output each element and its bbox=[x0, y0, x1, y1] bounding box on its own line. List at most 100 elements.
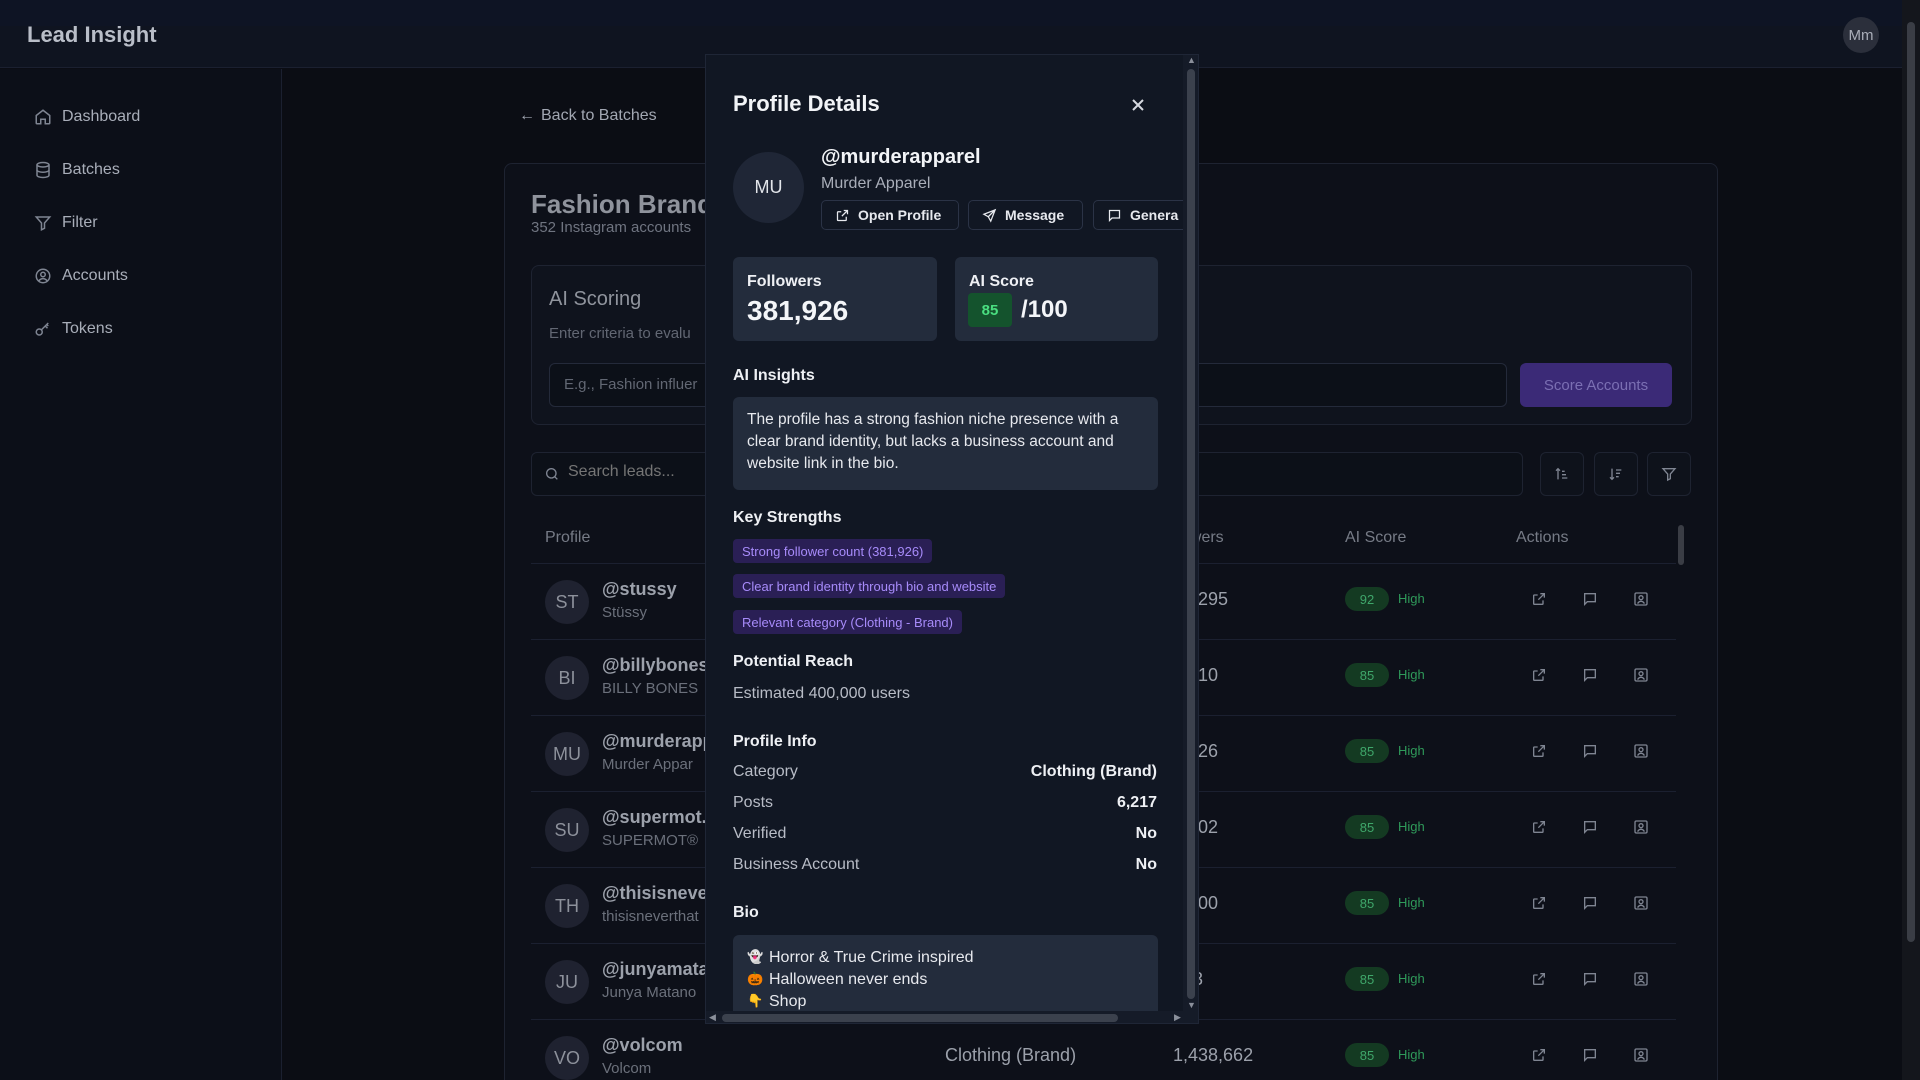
sidebar-item-label: Filter bbox=[62, 214, 98, 231]
row-handle[interactable]: @supermot. bbox=[602, 807, 707, 828]
open-profile-action[interactable] bbox=[1531, 1047, 1549, 1065]
row-handle[interactable]: @volcom bbox=[602, 1035, 683, 1056]
chat-bubble-icon bbox=[1584, 1049, 1596, 1062]
bio-line: Shop bbox=[769, 993, 807, 1010]
row-score-level: High bbox=[1398, 1047, 1425, 1062]
view-details-action[interactable] bbox=[1633, 591, 1651, 609]
sidebar-item-dashboard[interactable]: Dashboard bbox=[34, 108, 140, 126]
sidebar-item-label: Tokens bbox=[62, 320, 113, 337]
row-handle[interactable]: @stussy bbox=[602, 579, 677, 600]
view-details-action[interactable] bbox=[1633, 819, 1651, 837]
message-label: Message bbox=[1005, 207, 1065, 223]
bio-line: Halloween never ends bbox=[769, 971, 928, 988]
message-action[interactable] bbox=[1582, 743, 1600, 761]
view-details-action[interactable] bbox=[1633, 667, 1651, 685]
open-profile-action[interactable] bbox=[1531, 971, 1549, 989]
row-score-badge: 85 bbox=[1345, 739, 1389, 763]
user-square-icon bbox=[1634, 972, 1648, 986]
table-scrollbar[interactable] bbox=[1676, 515, 1686, 1080]
open-profile-action[interactable] bbox=[1531, 819, 1549, 837]
sidebar-item-accounts[interactable]: Accounts bbox=[34, 267, 128, 285]
message-action[interactable] bbox=[1582, 819, 1600, 837]
modal-hscrollbar-thumb[interactable] bbox=[722, 1014, 1118, 1022]
info-label: Posts bbox=[733, 794, 774, 811]
database-icon bbox=[36, 161, 50, 179]
chat-bubble-icon bbox=[1584, 745, 1596, 758]
message-action[interactable] bbox=[1582, 591, 1600, 609]
message-action[interactable] bbox=[1582, 971, 1600, 989]
table-row[interactable]: VO @volcom Volcom Clothing (Brand) 1,438,662… bbox=[531, 1019, 1676, 1080]
column-header-ai-score[interactable]: AI Score bbox=[1345, 529, 1406, 547]
sort-descending-button[interactable] bbox=[1594, 452, 1638, 496]
ghost-icon: 👻 bbox=[747, 950, 764, 965]
message-button[interactable]: Message bbox=[968, 200, 1083, 230]
external-link-icon bbox=[1533, 593, 1545, 605]
open-profile-button[interactable]: Open Profile bbox=[821, 200, 959, 230]
sidebar-item-label: Batches bbox=[62, 161, 120, 178]
scroll-left-arrow-icon[interactable]: ◀ bbox=[709, 1012, 716, 1023]
ai-score-label: AI Score bbox=[969, 273, 1034, 290]
close-button[interactable] bbox=[1126, 93, 1150, 117]
ai-score-max: /100 bbox=[1021, 296, 1068, 323]
view-details-action[interactable] bbox=[1633, 895, 1651, 913]
row-handle[interactable]: @billybones bbox=[602, 655, 709, 676]
user-square-icon bbox=[1634, 592, 1648, 606]
view-details-action[interactable] bbox=[1633, 971, 1651, 989]
view-details-action[interactable] bbox=[1633, 743, 1651, 761]
potential-reach-text: Estimated 400,000 users bbox=[733, 685, 910, 702]
open-profile-action[interactable] bbox=[1531, 667, 1549, 685]
scroll-down-arrow-icon[interactable]: ▼ bbox=[1187, 1000, 1196, 1010]
sort-ascending-button[interactable] bbox=[1540, 452, 1584, 496]
info-value: 6,217 bbox=[1116, 794, 1157, 811]
modal-scrollbar-thumb[interactable] bbox=[1187, 69, 1195, 999]
send-icon bbox=[982, 208, 997, 223]
sidebar-item-filter[interactable]: Filter bbox=[34, 214, 98, 232]
row-name: Stüssy bbox=[602, 604, 648, 621]
user-square-icon bbox=[1634, 744, 1648, 758]
open-profile-action[interactable] bbox=[1531, 591, 1549, 609]
message-action[interactable] bbox=[1582, 895, 1600, 913]
ai-score-badge: 85 bbox=[968, 293, 1012, 327]
row-name: BILLY BONES bbox=[602, 680, 699, 697]
profile-details-modal: Profile Details MU @murderapparel Murder… bbox=[705, 54, 1199, 1024]
row-handle[interactable]: @junyamata bbox=[602, 959, 709, 980]
row-name: Volcom bbox=[602, 1060, 652, 1077]
profile-info-title: Profile Info bbox=[733, 733, 817, 750]
strength-tag: Clear brand identity through bio and web… bbox=[733, 574, 1006, 598]
page-scrollbar[interactable] bbox=[1902, 0, 1920, 1080]
app-brand[interactable]: Lead Insight bbox=[27, 22, 157, 48]
row-score-badge: 85 bbox=[1345, 891, 1389, 915]
external-link-icon bbox=[1533, 897, 1545, 909]
scroll-up-arrow-icon[interactable]: ▲ bbox=[1187, 55, 1196, 65]
modal-horizontal-scrollbar[interactable]: ◀ ▶ bbox=[706, 1011, 1198, 1023]
open-profile-action[interactable] bbox=[1531, 895, 1549, 913]
score-accounts-button[interactable]: Score Accounts bbox=[1520, 363, 1672, 407]
row-score-badge: 85 bbox=[1345, 815, 1389, 839]
strength-tag: Relevant category (Clothing - Brand) bbox=[733, 610, 962, 634]
message-action[interactable] bbox=[1582, 667, 1600, 685]
row-score-level: High bbox=[1398, 971, 1425, 986]
modal-vertical-scrollbar[interactable]: ▲ ▼ bbox=[1183, 55, 1198, 1015]
open-profile-action[interactable] bbox=[1531, 743, 1549, 761]
back-to-batches-link[interactable]: ← Back to Batches bbox=[519, 107, 657, 125]
view-details-action[interactable] bbox=[1633, 1047, 1651, 1065]
row-handle[interactable]: @thisisneve bbox=[602, 883, 708, 904]
page-scrollbar-thumb[interactable] bbox=[1907, 22, 1915, 942]
chat-bubble-icon bbox=[1584, 897, 1596, 910]
sidebar-item-tokens[interactable]: Tokens bbox=[34, 320, 113, 338]
user-square-icon bbox=[1634, 896, 1648, 910]
row-handle[interactable]: @murderapp bbox=[602, 731, 714, 752]
table-scrollbar-thumb[interactable] bbox=[1678, 525, 1684, 565]
info-value: No bbox=[1135, 856, 1157, 873]
sidebar-item-batches[interactable]: Batches bbox=[34, 161, 120, 179]
row-avatar: ST bbox=[545, 580, 589, 624]
column-header-profile[interactable]: Profile bbox=[545, 529, 590, 547]
message-action[interactable] bbox=[1582, 1047, 1600, 1065]
filter-button[interactable] bbox=[1647, 452, 1691, 496]
bio-title: Bio bbox=[733, 904, 759, 921]
row-avatar: VO bbox=[545, 1036, 589, 1080]
generate-button[interactable]: Genera bbox=[1093, 200, 1193, 230]
info-value: No bbox=[1135, 825, 1157, 842]
user-avatar[interactable]: Mm bbox=[1843, 17, 1879, 53]
scroll-right-arrow-icon[interactable]: ▶ bbox=[1174, 1012, 1181, 1023]
